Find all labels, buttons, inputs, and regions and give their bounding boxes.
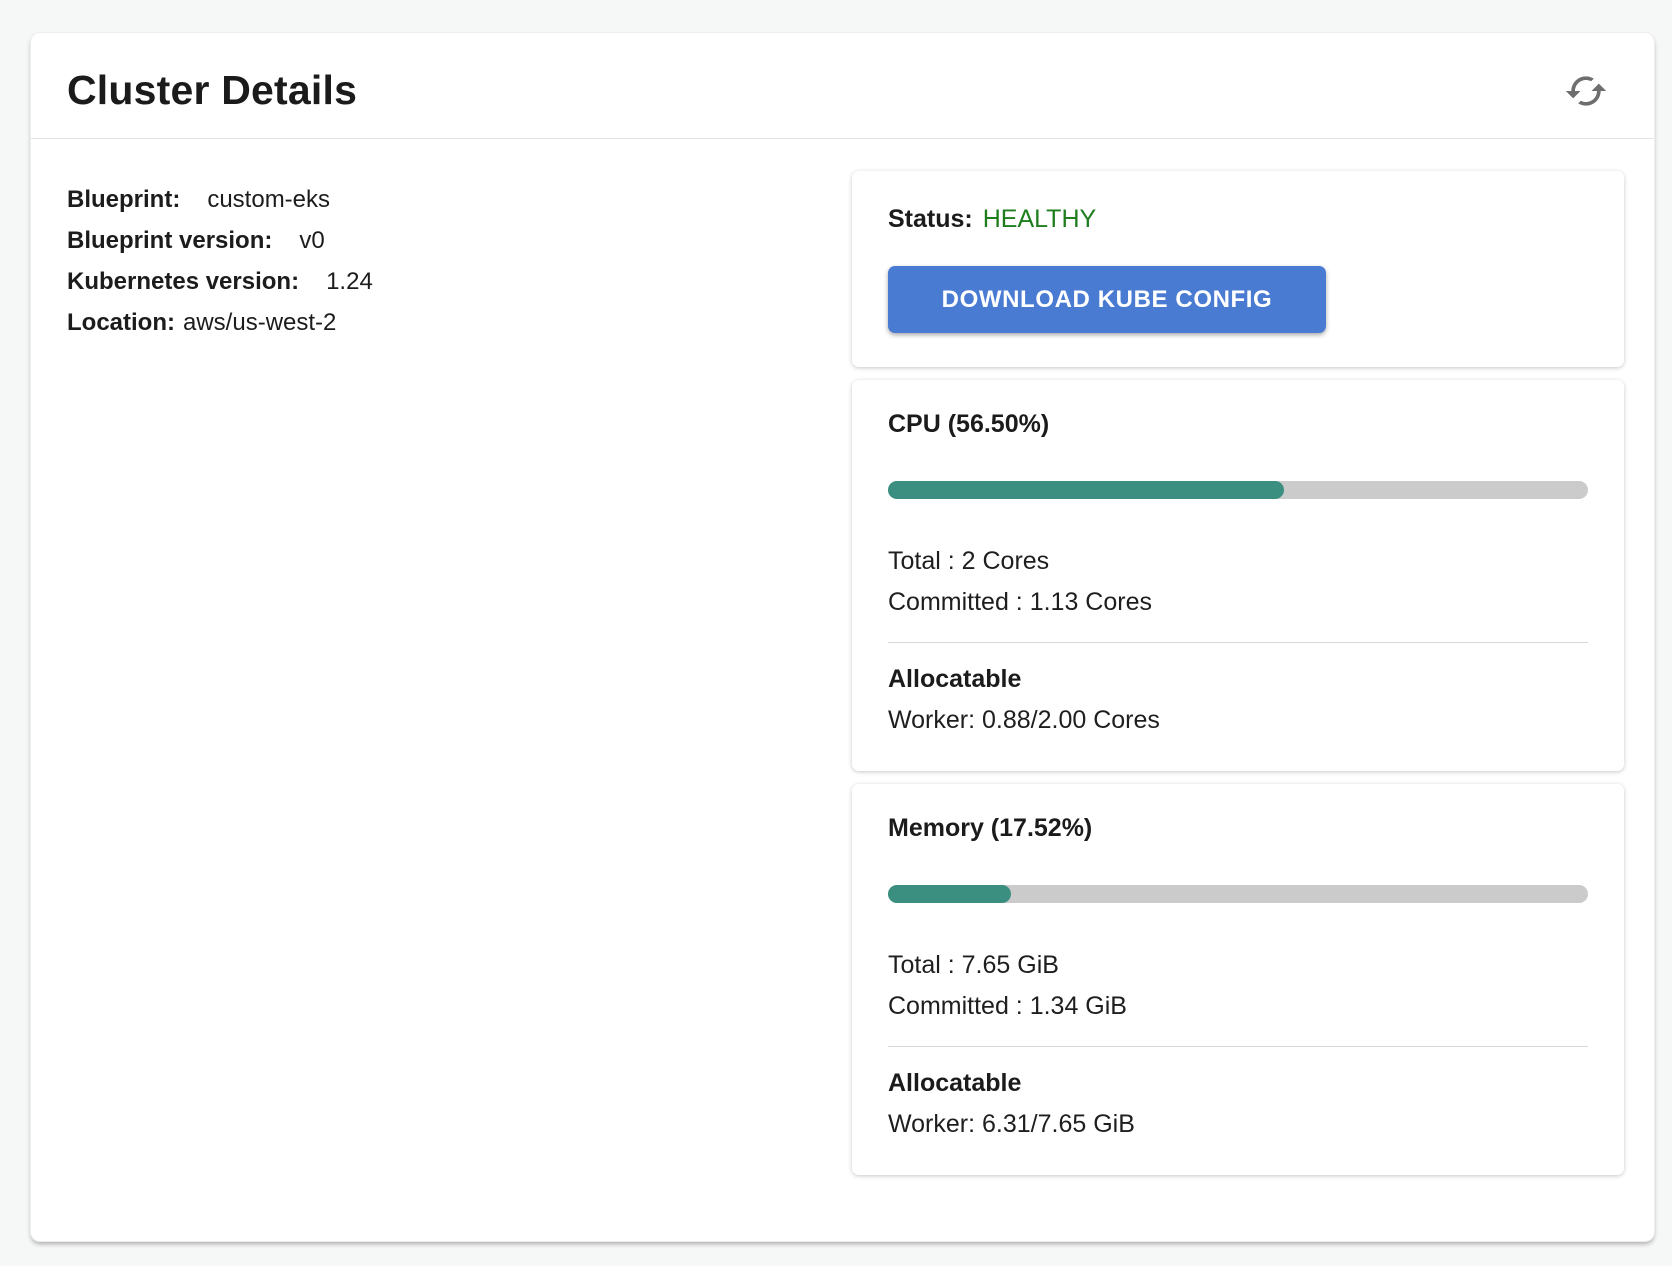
cpu-title: CPU (56.50%) [888,410,1588,439]
memory-allocatable-heading: Allocatable [888,1063,1588,1104]
memory-card: Memory (17.52%) Total : 7.65 GiB Committ… [852,784,1624,1175]
cpu-totals: Total : 2 Cores Committed : 1.13 Cores [888,541,1588,623]
info-value: v0 [299,227,324,254]
cpu-committed: Committed : 1.13 Cores [888,582,1588,623]
download-kube-config-button[interactable]: DOWNLOAD KUBE CONFIG [888,266,1326,333]
memory-title: Memory (17.52%) [888,814,1588,843]
info-label: Blueprint: [67,186,180,213]
info-label: Location: [67,309,175,336]
right-column: Status: HEALTHY DOWNLOAD KUBE CONFIG CPU … [852,171,1624,1175]
cpu-allocatable-heading: Allocatable [888,659,1588,700]
cluster-info: Blueprint: custom-eks Blueprint version: v… [67,171,852,1175]
refresh-button[interactable] [1564,69,1608,113]
divider [888,1046,1588,1047]
refresh-icon [1564,100,1608,117]
info-value: aws/us-west-2 [183,309,336,336]
panel-header: Cluster Details [31,33,1654,139]
info-label: Kubernetes version: [67,268,299,295]
memory-total: Total : 7.65 GiB [888,945,1588,986]
panel-content: Blueprint: custom-eks Blueprint version: v… [31,139,1654,1175]
info-row-kubernetes-version: Kubernetes version: 1.24 [67,261,852,302]
cpu-progress-fill [888,481,1284,499]
info-value: 1.24 [326,268,373,295]
cpu-allocatable-detail: Worker: 0.88/2.00 Cores [888,700,1588,741]
info-label: Blueprint version: [67,227,272,254]
memory-allocatable-detail: Worker: 6.31/7.65 GiB [888,1104,1588,1145]
status-card: Status: HEALTHY DOWNLOAD KUBE CONFIG [852,171,1624,367]
info-row-blueprint-version: Blueprint version: v0 [67,220,852,261]
info-value: custom-eks [207,186,330,213]
cpu-total: Total : 2 Cores [888,541,1588,582]
status-line: Status: HEALTHY [888,205,1588,234]
info-row-blueprint: Blueprint: custom-eks [67,179,852,220]
cpu-card: CPU (56.50%) Total : 2 Cores Committed :… [852,380,1624,771]
page-title: Cluster Details [67,67,357,114]
status-badge: HEALTHY [983,205,1096,233]
status-label: Status: [888,205,973,233]
memory-progress-bar [888,885,1588,903]
memory-totals: Total : 7.65 GiB Committed : 1.34 GiB [888,945,1588,1027]
cluster-details-panel: Cluster Details Blueprint: custom-eks Blu… [30,32,1655,1242]
memory-committed: Committed : 1.34 GiB [888,986,1588,1027]
cpu-progress-bar [888,481,1588,499]
divider [888,642,1588,643]
info-row-location: Location: aws/us-west-2 [67,302,852,343]
memory-progress-fill [888,885,1011,903]
